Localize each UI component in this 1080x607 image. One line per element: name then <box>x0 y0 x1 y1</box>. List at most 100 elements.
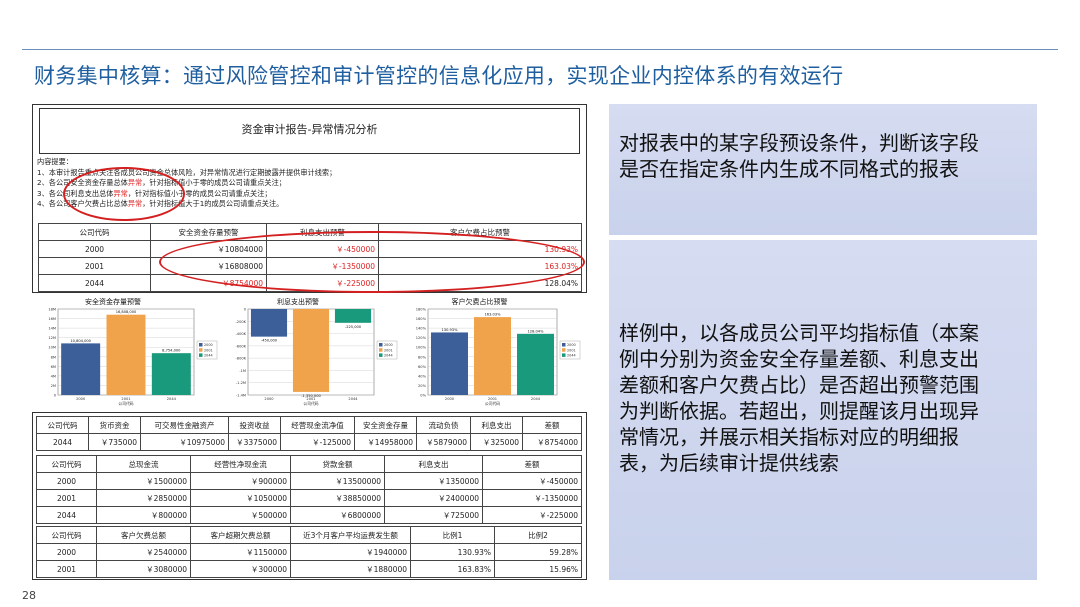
chart-legend-label: 2044 <box>204 354 213 358</box>
chart-xtick-label: 2044 <box>167 397 177 401</box>
detail-table-2: 公司代码 总现金流 经营性净现金流 贷款金额 利息支出 差额 2000 ￥150… <box>36 455 582 524</box>
chart-legend-swatch <box>199 343 203 347</box>
chart-ytick-label: 40% <box>418 374 427 378</box>
chart-data-label: -225,000 <box>345 325 362 329</box>
table-row: 2044 ￥800000 ￥500000 ￥6800000 ￥725000 ￥-… <box>36 506 582 524</box>
chart-legend-swatch <box>379 353 383 357</box>
chart-data-label: -450,000 <box>261 339 278 343</box>
chart-ytick-label: 4M <box>51 374 56 378</box>
description-top-text: 对报表中的某字段预设条件，判断该字段是否在指定条件内生成不同格式的报表 <box>619 131 979 181</box>
slide-title: 财务集中核算：通过风险管控和审计管控的信息化应用，实现企业内控体系的有效运行 <box>34 64 844 88</box>
chart-xtick-label: 2044 <box>531 397 541 401</box>
detail-table-1: 公司代码 货币资金 可交易性金融资产 投资收益 经营现金流净值 安全资金存量 流… <box>36 416 582 451</box>
chart-ytick-label: 8M <box>51 355 56 359</box>
chart-ytick-label: 120% <box>416 336 427 340</box>
chart-legend-label: 2044 <box>567 354 576 358</box>
chart-bar <box>250 309 288 337</box>
chart-ytick-label: -600K <box>235 344 246 348</box>
detail-table-3: 公司代码 客户欠费总额 客户超期欠费总额 近3个月客户平均运费发生额 比例1 比… <box>36 526 582 578</box>
chart-data-label: 163.03% <box>485 313 502 317</box>
table-row: 2000 ￥1500000 ￥900000 ￥13500000 ￥1350000… <box>36 472 582 490</box>
chart-data-label: 10,804,000 <box>70 339 91 343</box>
chart-ytick-label: -1.2M <box>236 381 246 385</box>
charts-row: 安全资金存量预警 0 2M 4M 6M 8M 10M 12M 14M 16M 18M 10,804,0… <box>32 295 585 407</box>
chart-title: 利息支出预警 <box>277 297 319 306</box>
chart-xtick-label: 2000 <box>76 397 86 401</box>
chart-bar <box>517 333 554 395</box>
chart-legend-label: 2000 <box>204 343 213 347</box>
chart-ytick-label: 100% <box>416 346 427 350</box>
chart-bar <box>151 353 191 395</box>
chart-xtick-label: 2000 <box>445 397 455 401</box>
chart-ytick-label: 18M <box>48 308 56 312</box>
description-bottom-text: 样例中，以各成员公司平均指标值（本案例中分别为资金安全存量差额、利息支出差额和客… <box>619 321 979 475</box>
detail-tables: 公司代码 货币资金 可交易性金融资产 投资收益 经营现金流净值 安全资金存量 流… <box>32 412 587 580</box>
chart-ytick-label: -400K <box>235 332 246 336</box>
highlight-ellipse-table <box>159 231 585 293</box>
chart-title: 安全资金存量预警 <box>85 297 141 306</box>
chart-ytick-label: 140% <box>416 327 427 331</box>
chart-ytick-label: 80% <box>418 355 427 359</box>
chart-ytick-label: 16M <box>48 317 56 321</box>
chart-xlabel: 公司代码 <box>485 401 500 406</box>
table-header: 公司代码 <box>38 223 151 241</box>
chart-title: 客户欠费占比预警 <box>452 297 508 306</box>
highlight-ellipse-notes <box>63 167 185 221</box>
chart-data-label: 8,754,000 <box>162 349 181 353</box>
chart-ytick-label: 0 <box>54 394 57 398</box>
chart-bar <box>61 343 101 395</box>
chart-bar <box>431 332 468 395</box>
chart-ytick-label: 14M <box>48 327 56 331</box>
chart-data-label: 16,808,000 <box>116 310 137 314</box>
chart-legend-swatch <box>199 353 203 357</box>
notes-heading: 内容提要： <box>37 157 73 166</box>
chart-bar <box>474 317 511 395</box>
chart-ytick-label: 10M <box>48 346 56 350</box>
table-row: 2001 ￥3080000 ￥300000 ￥1880000 163.83% 1… <box>36 560 582 578</box>
chart-xtick-label: 2000 <box>264 397 274 401</box>
chart-ytick-label: 60% <box>418 365 427 369</box>
chart-legend-swatch <box>199 348 203 352</box>
chart-bar <box>334 309 372 323</box>
title-divider <box>22 49 1058 50</box>
chart-xtick-label: 2044 <box>348 397 358 401</box>
chart-legend-label: 2000 <box>567 343 576 347</box>
chart-ytick-label: 12M <box>48 336 56 340</box>
chart-legend-label: 2001 <box>204 348 213 352</box>
audit-report: 资金审计报告-异常情况分析 内容提要： 1、本审计报告重点关注各成员公司资金总体… <box>32 104 587 293</box>
description-panel-top: 对报表中的某字段预设条件，判断该字段是否在指定条件内生成不同格式的报表 <box>609 104 1037 235</box>
chart-legend-label: 2000 <box>384 343 393 347</box>
chart-ytick-label: -1M <box>239 369 246 373</box>
chart-bar <box>292 309 330 392</box>
chart-ytick-label: 6M <box>51 365 56 369</box>
chart-legend-label: 2001 <box>384 348 393 352</box>
table-row: 2001 ￥2850000 ￥1050000 ￥38850000 ￥240000… <box>36 489 582 507</box>
chart-ytick-label: 0% <box>420 394 426 398</box>
table-row: 2000 ￥2540000 ￥1150000 ￥1940000 130.93% … <box>36 543 582 561</box>
chart-ytick-label: 2M <box>51 384 56 388</box>
chart-bar <box>106 314 146 395</box>
chart-ytick-label: 20% <box>418 384 427 388</box>
chart-legend-swatch <box>379 348 383 352</box>
chart-xlabel: 公司代码 <box>303 401 318 406</box>
table-row: 2044 ￥735000 ￥10975000 ￥3375000 ￥-125000… <box>36 433 582 451</box>
chart-legend-label: 2001 <box>567 348 576 352</box>
chart-legend-swatch <box>379 343 383 347</box>
chart-legend-label: 2044 <box>384 354 393 358</box>
chart-xlabel: 公司代码 <box>118 401 133 406</box>
chart-legend-swatch <box>562 353 566 357</box>
chart-ytick-label: -200K <box>235 320 246 324</box>
chart-ytick-label: 160% <box>416 317 427 321</box>
chart-data-label: 130.93% <box>442 328 459 332</box>
chart-ytick-label: 180% <box>416 308 427 312</box>
chart-legend-swatch <box>562 343 566 347</box>
chart-legend-swatch <box>562 348 566 352</box>
report-title-box: 资金审计报告-异常情况分析 <box>39 108 580 154</box>
chart-data-label: 128.04% <box>528 329 545 333</box>
chart-ytick-label: -1.4M <box>236 394 246 398</box>
report-title: 资金审计报告-异常情况分析 <box>241 123 378 136</box>
warning-charts: 安全资金存量预警 0 2M 4M 6M 8M 10M 12M 14M 16M 18M 10,804,0… <box>48 297 581 406</box>
description-panel-bottom: 样例中，以各成员公司平均指标值（本案例中分别为资金安全存量差额、利息支出差额和客… <box>609 240 1037 580</box>
page-number: 28 <box>22 589 36 602</box>
chart-ytick-label: -800K <box>235 357 246 361</box>
